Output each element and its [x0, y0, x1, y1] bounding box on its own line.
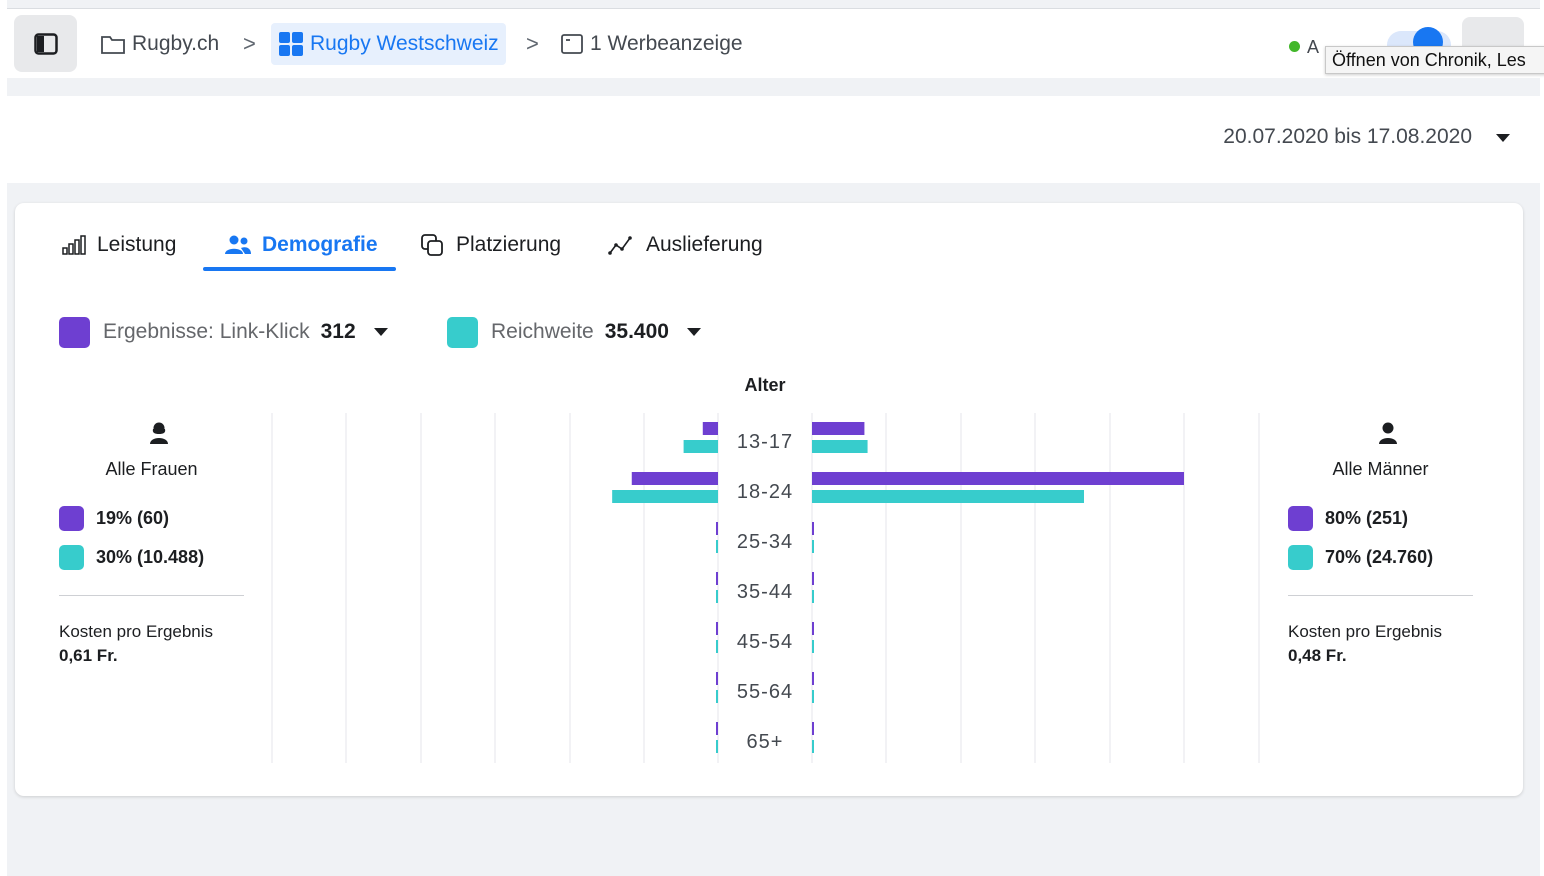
breadcrumb-campaign-label: Rugby Westschweiz [310, 32, 499, 55]
tooltip: Öffnen von Chronik, Les [1325, 46, 1544, 74]
chart-bar[interactable] [812, 572, 814, 585]
chart-bar[interactable] [812, 722, 814, 735]
chart-bar[interactable] [812, 622, 814, 635]
chart-bar[interactable] [716, 622, 718, 635]
breadcrumb-account-label: Rugby.ch [132, 32, 220, 55]
breadcrumb-campaign[interactable]: Rugby Westschweiz [271, 23, 506, 65]
chart-bar[interactable] [716, 672, 718, 685]
chart-bar[interactable] [716, 640, 718, 653]
chart-bar[interactable] [812, 740, 814, 753]
chart-bar[interactable] [812, 522, 814, 535]
breadcrumb-separator: > [243, 31, 256, 56]
age-label: 13-17 [737, 431, 793, 453]
chart-bar[interactable] [812, 472, 1184, 485]
chart-bar[interactable] [716, 740, 718, 753]
chart-bar[interactable] [716, 540, 718, 553]
age-gender-pyramid-chart: 13-17 18-24 25-34 35-44 45-54 55-64 65+ [271, 413, 1260, 763]
chart-bar[interactable] [812, 690, 814, 703]
chart-bar[interactable] [631, 472, 718, 485]
breadcrumb-ad-label: 1 Werbeanzeige [590, 32, 743, 55]
sidebar-toggle-button[interactable] [14, 15, 77, 72]
chart-bar[interactable] [716, 590, 718, 603]
chart-bar[interactable] [683, 440, 718, 453]
chart-bar[interactable] [812, 440, 868, 453]
chart-bar[interactable] [716, 690, 718, 703]
chart-bar[interactable] [812, 490, 1084, 503]
campaign-grid-icon [278, 31, 304, 57]
age-label: 18-24 [737, 481, 793, 503]
chart-bar[interactable] [812, 672, 814, 685]
status-label: A [1307, 37, 1320, 57]
chart-bar[interactable] [812, 590, 814, 603]
age-label: 35-44 [737, 581, 793, 603]
age-label: 25-34 [737, 531, 793, 553]
chart-bar[interactable] [716, 572, 718, 585]
caret-down-icon[interactable] [1496, 134, 1510, 142]
demographics-card: Leistung Demografie Platzierung Ausliefe… [15, 203, 1523, 796]
chart-bar[interactable] [812, 640, 814, 653]
date-range-selector[interactable]: 20.07.2020 bis 17.08.2020 [1223, 125, 1472, 149]
age-label: 45-54 [737, 631, 793, 653]
ad-icon [560, 33, 584, 55]
chart-bar[interactable] [812, 540, 814, 553]
age-label: 55-64 [737, 681, 793, 703]
chart-bar[interactable] [716, 522, 718, 535]
age-label: 65+ [747, 731, 784, 753]
date-filter-bar: 20.07.2020 bis 17.08.2020 [7, 96, 1540, 183]
breadcrumb-separator: > [526, 31, 539, 56]
breadcrumb-ad[interactable]: 1 Werbeanzeige [560, 23, 743, 65]
breadcrumb-account[interactable]: Rugby.ch [100, 23, 219, 65]
sidebar-panel-icon [33, 32, 58, 55]
folder-icon [100, 33, 126, 55]
chart-bar[interactable] [702, 422, 718, 435]
top-bar: Rugby.ch > Rugby Westschweiz > 1 Werbean… [7, 8, 1544, 78]
chart-bar[interactable] [612, 490, 718, 503]
chart-bar[interactable] [716, 722, 718, 735]
chart-bar[interactable] [812, 422, 865, 435]
status-indicator [1289, 41, 1300, 52]
